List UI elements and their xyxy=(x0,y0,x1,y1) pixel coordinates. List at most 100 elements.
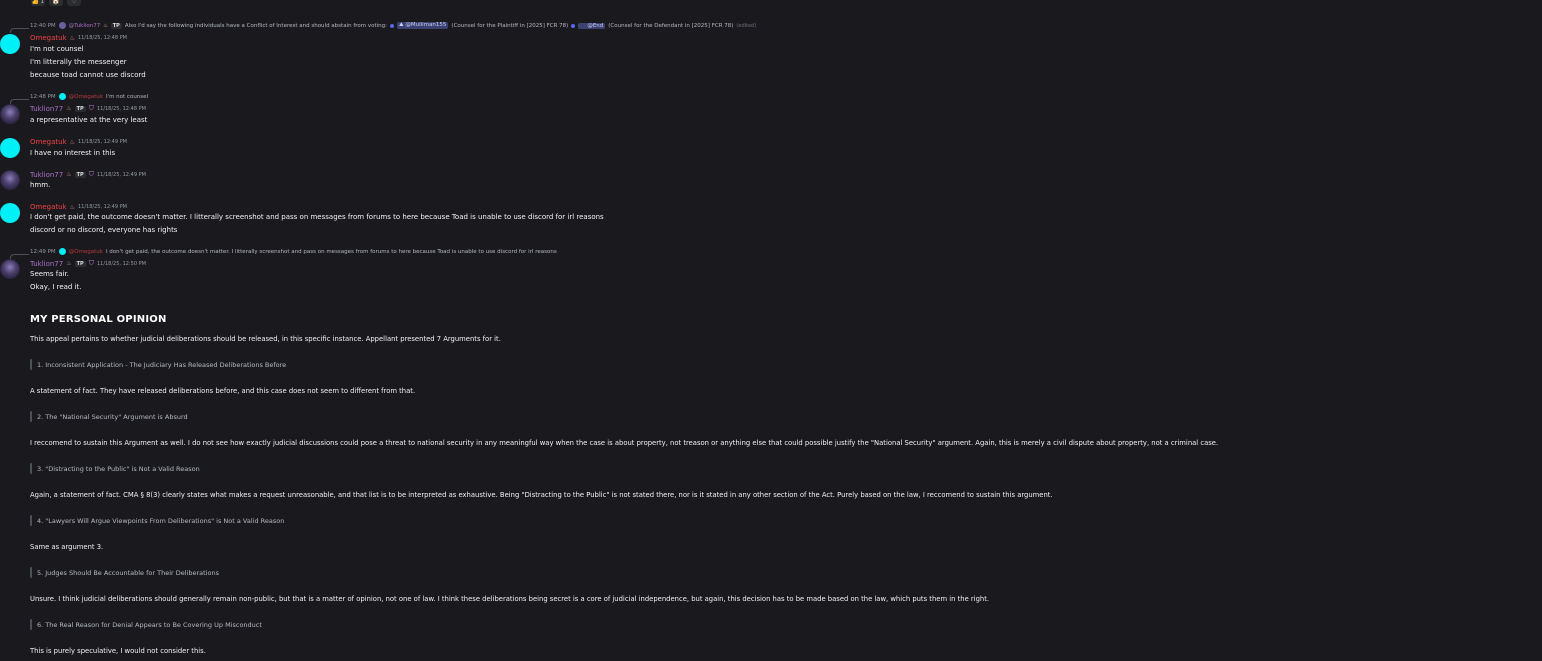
mention-text: @Muliiman155 xyxy=(405,22,447,28)
reaction-house[interactable]: 🏠 xyxy=(49,0,63,6)
quote-bar xyxy=(30,619,32,630)
avatar[interactable] xyxy=(0,104,20,124)
username[interactable]: Omegatuk xyxy=(30,203,67,211)
quote-text: 2. The "National Security" Argument is A… xyxy=(37,412,188,421)
timestamp: 11/18/25, 12:48 PM xyxy=(78,35,127,41)
message-header: Tuklion77 ♨ TP ⛉ 11/18/25, 12:49 PM xyxy=(30,170,146,179)
role-tag: TP xyxy=(74,260,86,267)
blockquote: 6. The Real Reason for Denial Appears to… xyxy=(30,619,262,630)
message-header: Omegatuk ♨ 11/18/25, 12:48 PM xyxy=(30,34,127,42)
opinion-paragraph: I reccomend to sustain this Argument as … xyxy=(30,439,1219,447)
fire-icon: ♨ xyxy=(66,105,72,112)
avatar-mini xyxy=(58,248,66,255)
role-tag: TP xyxy=(74,171,86,178)
opinion-paragraph: Again, a statement of fact. CMA § 8(3) c… xyxy=(30,491,1053,499)
timestamp: 11/18/25, 12:49 PM xyxy=(78,204,127,210)
reaction-heart[interactable]: ♡ xyxy=(67,0,81,6)
heart-icon: ♡ xyxy=(71,0,77,5)
username[interactable]: Tuklion77 xyxy=(30,105,63,113)
quote-bar xyxy=(30,515,32,526)
username[interactable]: Tuklion77 xyxy=(30,171,63,179)
reply-spine xyxy=(10,28,29,33)
fire-icon: ♨ xyxy=(69,138,75,146)
message-line: because toad cannot use discord xyxy=(30,71,146,79)
message-header: Tuklion77 ♨ TP ⛉ 11/18/25, 12:50 PM xyxy=(30,259,146,268)
message-line: Seems fair. xyxy=(30,270,69,278)
avatar[interactable] xyxy=(0,259,20,279)
fire-icon: ♨ xyxy=(66,260,72,267)
message-line: I'm not counsel xyxy=(30,45,84,53)
reply-time: 12:49 PM xyxy=(30,248,56,255)
quote-text: 3. "Distracting to the Public" is Not a … xyxy=(37,464,200,473)
thumbs-up-icon: 👍 xyxy=(31,0,40,5)
fire-icon: ♨ xyxy=(103,22,108,29)
quote-bar xyxy=(30,411,32,422)
role-tag: TP xyxy=(110,22,122,29)
reply-time: 12:40 PM xyxy=(30,22,56,29)
message-header: Omegatuk ♨ 11/18/25, 12:49 PM xyxy=(30,138,127,146)
reply-author[interactable]: @Tuklion77 xyxy=(69,23,101,29)
reply-note: (Counsel for the Plaintiff in [2025] FCR… xyxy=(451,22,569,29)
timestamp: 11/18/25, 12:49 PM xyxy=(96,171,146,178)
quote-bar xyxy=(30,567,32,578)
message-line: hmm. xyxy=(30,181,51,189)
blockquote: 5. Judges Should Be Accountable for Thei… xyxy=(30,567,219,578)
username[interactable]: Omegatuk xyxy=(30,34,67,42)
username[interactable]: Tuklion77 xyxy=(30,260,63,268)
avatar[interactable] xyxy=(0,170,20,190)
fire-icon: ♨ xyxy=(69,34,75,42)
timestamp: 11/18/25, 12:49 PM xyxy=(78,139,127,145)
message-line: I don't get paid, the outcome doesn't ma… xyxy=(30,213,604,221)
message-line: I'm litterally the messenger xyxy=(30,58,127,66)
role-tag: TP xyxy=(74,105,86,112)
mention[interactable]: @End xyxy=(578,22,606,29)
avatar[interactable] xyxy=(0,34,20,54)
edited-label: (edited) xyxy=(736,22,757,29)
opinion-paragraph: Same as argument 3. xyxy=(30,543,104,551)
timestamp: 11/18/25, 12:50 PM xyxy=(96,260,146,267)
blockquote: 4. "Lawyers Will Argue Viewpoints From D… xyxy=(30,515,284,526)
dot-icon xyxy=(571,23,576,28)
reaction-bar: 👍 1 🏠 ♡ xyxy=(31,0,81,6)
reply-text: I'm not counsel xyxy=(105,93,149,100)
house-icon: 🏠 xyxy=(52,0,60,5)
shield-icon: ⛉ xyxy=(88,170,94,178)
reply-author[interactable]: @Omegatuk xyxy=(69,249,103,255)
message-header: Omegatuk ♨ 11/18/25, 12:49 PM xyxy=(30,203,127,211)
blockquote: 1. Inconsistent Application - The Judici… xyxy=(30,359,286,370)
quote-bar xyxy=(30,463,32,474)
opinion-heading: MY PERSONAL OPINION xyxy=(30,314,167,325)
reply-preview[interactable]: 12:40 PM @Tuklion77 ♨ TP Also I'd say th… xyxy=(30,22,756,29)
reaction-count: 1 xyxy=(40,0,45,5)
avatar[interactable] xyxy=(0,203,20,223)
quote-text: 1. Inconsistent Application - The Judici… xyxy=(37,360,287,369)
avatar[interactable] xyxy=(0,138,20,158)
reply-preview[interactable]: 12:48 PM @Omegatuk I'm not counsel xyxy=(30,93,148,100)
mention-text: @End xyxy=(587,22,604,29)
username[interactable]: Omegatuk xyxy=(30,138,67,146)
reaction-thumbs-up[interactable]: 👍 1 xyxy=(31,0,45,6)
opinion-paragraph: This appeal pertains to whether judicial… xyxy=(30,335,501,343)
reply-time: 12:48 PM xyxy=(30,93,56,100)
reply-spine xyxy=(10,254,29,259)
reply-author[interactable]: @Omegatuk xyxy=(69,94,103,100)
fire-icon: ♨ xyxy=(69,203,75,211)
opinion-paragraph: A statement of fact. They have released … xyxy=(30,387,416,395)
mention[interactable]: ⛰ @Muliiman155 xyxy=(397,22,449,29)
reply-note: (Counsel for the Defendant in [2025] FCR… xyxy=(608,22,734,29)
message-line: discord or no discord, everyone has righ… xyxy=(30,226,178,234)
blockquote: 2. The "National Security" Argument is A… xyxy=(30,411,188,422)
timestamp: 11/18/25, 12:48 PM xyxy=(96,105,146,112)
reply-preview[interactable]: 12:49 PM @Omegatuk I don't get paid, the… xyxy=(30,248,557,255)
shield-icon: ⛉ xyxy=(88,104,94,112)
quote-text: 6. The Real Reason for Denial Appears to… xyxy=(37,620,262,629)
message-header: Tuklion77 ♨ TP ⛉ 11/18/25, 12:48 PM xyxy=(30,104,146,113)
message-line: a representative at the very least xyxy=(30,116,148,124)
quote-text: 4. "Lawyers Will Argue Viewpoints From D… xyxy=(37,516,285,525)
reply-spine xyxy=(10,99,29,104)
blockquote: 3. "Distracting to the Public" is Not a … xyxy=(30,463,200,474)
reply-text: I don't get paid, the outcome doesn't ma… xyxy=(105,248,557,255)
opinion-paragraph: This is purely speculative, I would not … xyxy=(30,647,206,655)
avatar-mini xyxy=(58,22,66,29)
quote-bar xyxy=(30,359,32,370)
